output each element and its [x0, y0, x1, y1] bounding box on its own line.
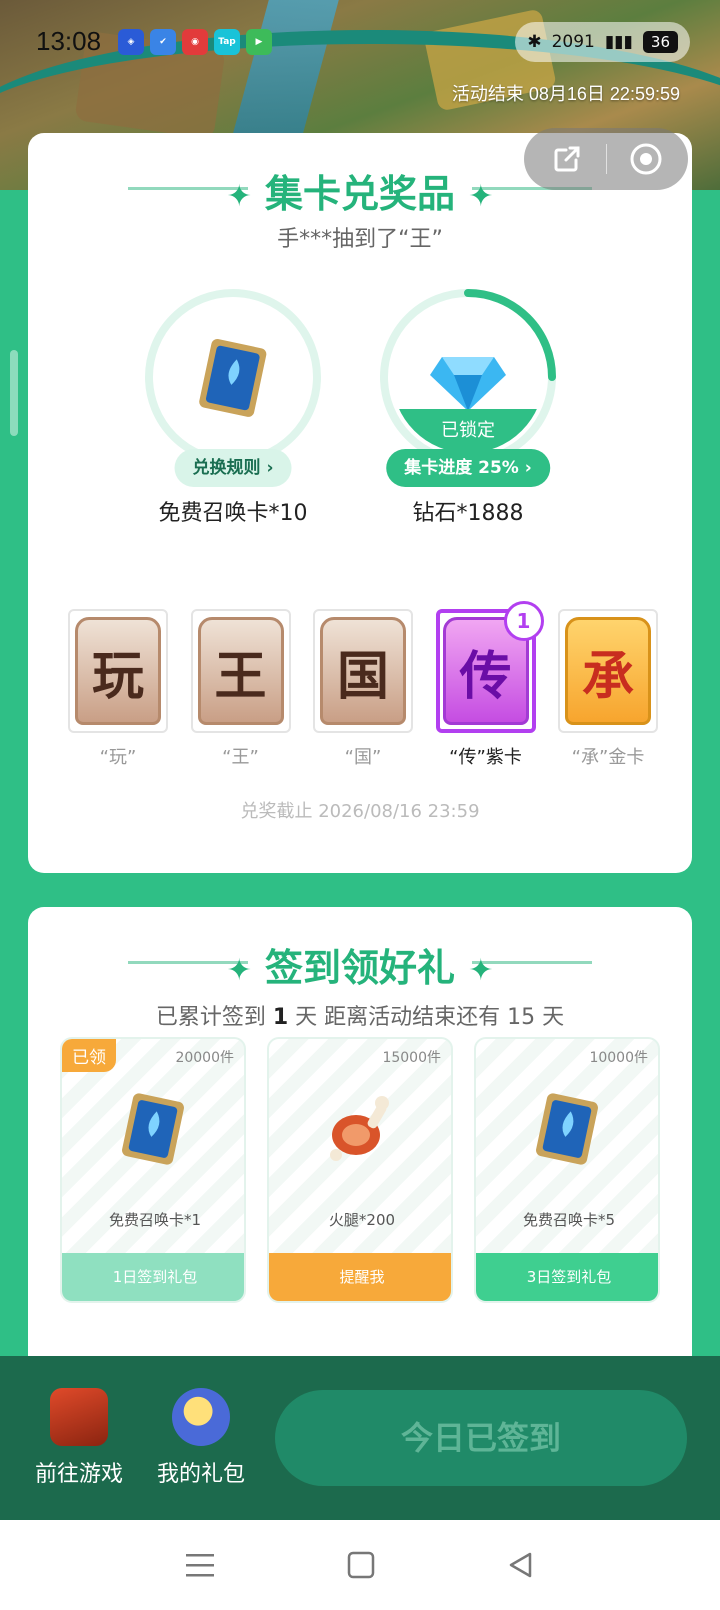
locked-label: 已锁定 — [392, 409, 544, 453]
event-end-time: 活动结束 08月16日 22:59:59 — [451, 84, 680, 104]
app-icon: ◈ — [118, 29, 144, 55]
letter-card-cheng[interactable]: 承 “承”金卡 — [558, 609, 658, 769]
signin-gifts: 已领 20000件 免费召唤卡*1 1日签到礼包 15000件 火腿*200 提… — [60, 1037, 660, 1303]
battery-icon: 36 — [642, 31, 678, 53]
status-bar: 13:08 ◈ ✔ ◉ Tap ▶ ✱ 2091 ▮▮▮ 36 — [0, 0, 720, 84]
letter-cards: 玩 “玩” 王 “王” 国 “国” 传 1 “传”紫卡 承 “承”金卡 — [68, 601, 658, 769]
prize-summon-card[interactable]: 兑换规则 › 免费召唤卡*10 — [143, 289, 323, 527]
letter-face: 承 — [565, 617, 651, 725]
collect-card-section: ✦ 集卡兑奖品 ✦ 手***抽到了“王” 兑换规则 › 免费召唤卡*10 已锁定… — [28, 133, 692, 873]
gift-name: 火腿*200 — [328, 1211, 396, 1229]
signin-summary: 已累计签到 1 天 距离活动结束还有 15 天 — [155, 1005, 565, 1030]
go-to-game-button[interactable]: 前往游戏 — [24, 1388, 134, 1488]
exchange-rules-pill[interactable]: 兑换规则 › — [174, 449, 292, 487]
gift-qty: 20000件 — [175, 1050, 234, 1066]
status-right: ✱ 2091 ▮▮▮ 36 — [515, 22, 690, 62]
sparkle-icon: ✦ — [468, 179, 494, 214]
ham-icon — [330, 1096, 389, 1161]
collect-title: 集卡兑奖品 — [264, 172, 455, 216]
taptap-icon: Tap — [214, 29, 240, 55]
my-gifts-label: 我的礼包 — [156, 1462, 245, 1487]
status-time: 13:08 — [36, 26, 102, 56]
remind-me-button[interactable]: 提醒我 — [269, 1253, 451, 1301]
summon-card-icon — [536, 1093, 598, 1165]
gift-claim-button[interactable]: 1日签到礼包 — [62, 1253, 244, 1301]
game-icon — [50, 1388, 108, 1446]
letter-card-chuan[interactable]: 传 1 “传”紫卡 — [435, 601, 544, 769]
summon-card-icon — [199, 339, 267, 417]
go-to-game-label: 前往游戏 — [34, 1462, 123, 1487]
system-nav-bar — [0, 1520, 720, 1610]
draw-ticker: 手***抽到了“王” — [277, 227, 443, 252]
signin-section: ✦ 签到领好礼 ✦ 已累计签到 1 天 距离活动结束还有 15 天 已领 200… — [28, 907, 692, 1377]
status-right-text: 2091 — [551, 32, 595, 52]
letter-label: “传”紫卡 — [449, 747, 522, 768]
letter-card-guo[interactable]: 国 “国” — [313, 609, 413, 769]
prize-name: 免费召唤卡*10 — [158, 501, 308, 526]
gift-name: 免费召唤卡*1 — [108, 1211, 202, 1229]
sparkle-icon: ✦ — [468, 953, 494, 988]
prize-ring: 已锁定 — [380, 289, 556, 465]
record-icon — [630, 143, 661, 175]
gift-qty: 10000件 — [589, 1050, 648, 1066]
bottom-action-bar: 前往游戏 我的礼包 今日已签到 — [0, 1356, 720, 1520]
app-icon: ✔ — [150, 29, 176, 55]
summon-card-icon — [122, 1093, 184, 1165]
prize-name: 钻石*1888 — [412, 501, 524, 526]
my-gifts-button[interactable]: 我的礼包 — [146, 1388, 256, 1488]
weibo-icon: ◉ — [182, 29, 208, 55]
signed-today-button[interactable]: 今日已签到 — [275, 1390, 687, 1486]
letter-label: “承”金卡 — [571, 747, 645, 768]
bluetooth-icon: ✱ — [527, 32, 542, 52]
letter-label: “国” — [344, 747, 382, 768]
letter-face: 国 — [320, 617, 406, 725]
side-handle[interactable] — [10, 350, 18, 436]
letter-card-wang[interactable]: 王 “王” — [190, 609, 291, 769]
gift-claim-button[interactable]: 3日签到礼包 — [476, 1253, 658, 1301]
video-app-icon: ▶ — [246, 29, 272, 55]
signin-title: 签到领好礼 — [264, 946, 455, 990]
letter-face: 玩 — [75, 617, 161, 725]
letter-card-wan[interactable]: 玩 “玩” — [68, 609, 168, 769]
prize-ring — [145, 289, 321, 465]
signin-title-row: ✦ 签到领好礼 ✦ — [28, 937, 692, 992]
title-line-left — [128, 187, 248, 190]
letter-label: “王” — [222, 747, 259, 768]
card-count-badge: 1 — [503, 601, 544, 641]
letter-face: 王 — [197, 617, 284, 725]
sparkle-icon: ✦ — [226, 179, 252, 214]
title-line-left — [128, 961, 248, 964]
menu-icon[interactable] — [185, 1552, 216, 1578]
title-line-right — [472, 961, 592, 964]
close-miniapp-button[interactable] — [628, 141, 664, 177]
back-icon[interactable] — [506, 1551, 534, 1579]
share-button[interactable] — [549, 141, 585, 177]
signin-days: 1 — [272, 1005, 289, 1030]
gift-day-2: 15000件 火腿*200 提醒我 — [267, 1037, 453, 1303]
collect-progress-pill[interactable]: 集卡进度 25% › — [386, 449, 550, 487]
prize-diamond[interactable]: 已锁定 集卡进度 25% › 钻石*1888 — [378, 289, 558, 527]
gift-qty: 15000件 — [382, 1050, 441, 1066]
share-icon — [554, 146, 579, 172]
claimed-tag: 已领 — [62, 1039, 116, 1072]
notification-icons: ◈ ✔ ◉ Tap ▶ — [118, 29, 272, 55]
gift-name: 免费召唤卡*5 — [522, 1211, 616, 1229]
miniapp-capsule — [524, 128, 688, 190]
avatar-gift-icon — [172, 1388, 230, 1446]
signal-icon: ▮▮▮ — [604, 32, 633, 52]
redeem-deadline: 兑奖截止 2026/08/16 23:59 — [240, 801, 480, 822]
sparkle-icon: ✦ — [226, 953, 252, 988]
letter-label: “玩” — [99, 747, 137, 768]
gift-day-1: 已领 20000件 免费召唤卡*1 1日签到礼包 — [60, 1037, 246, 1303]
gift-day-3: 10000件 免费召唤卡*5 3日签到礼包 — [474, 1037, 660, 1303]
home-icon[interactable] — [347, 1551, 375, 1579]
